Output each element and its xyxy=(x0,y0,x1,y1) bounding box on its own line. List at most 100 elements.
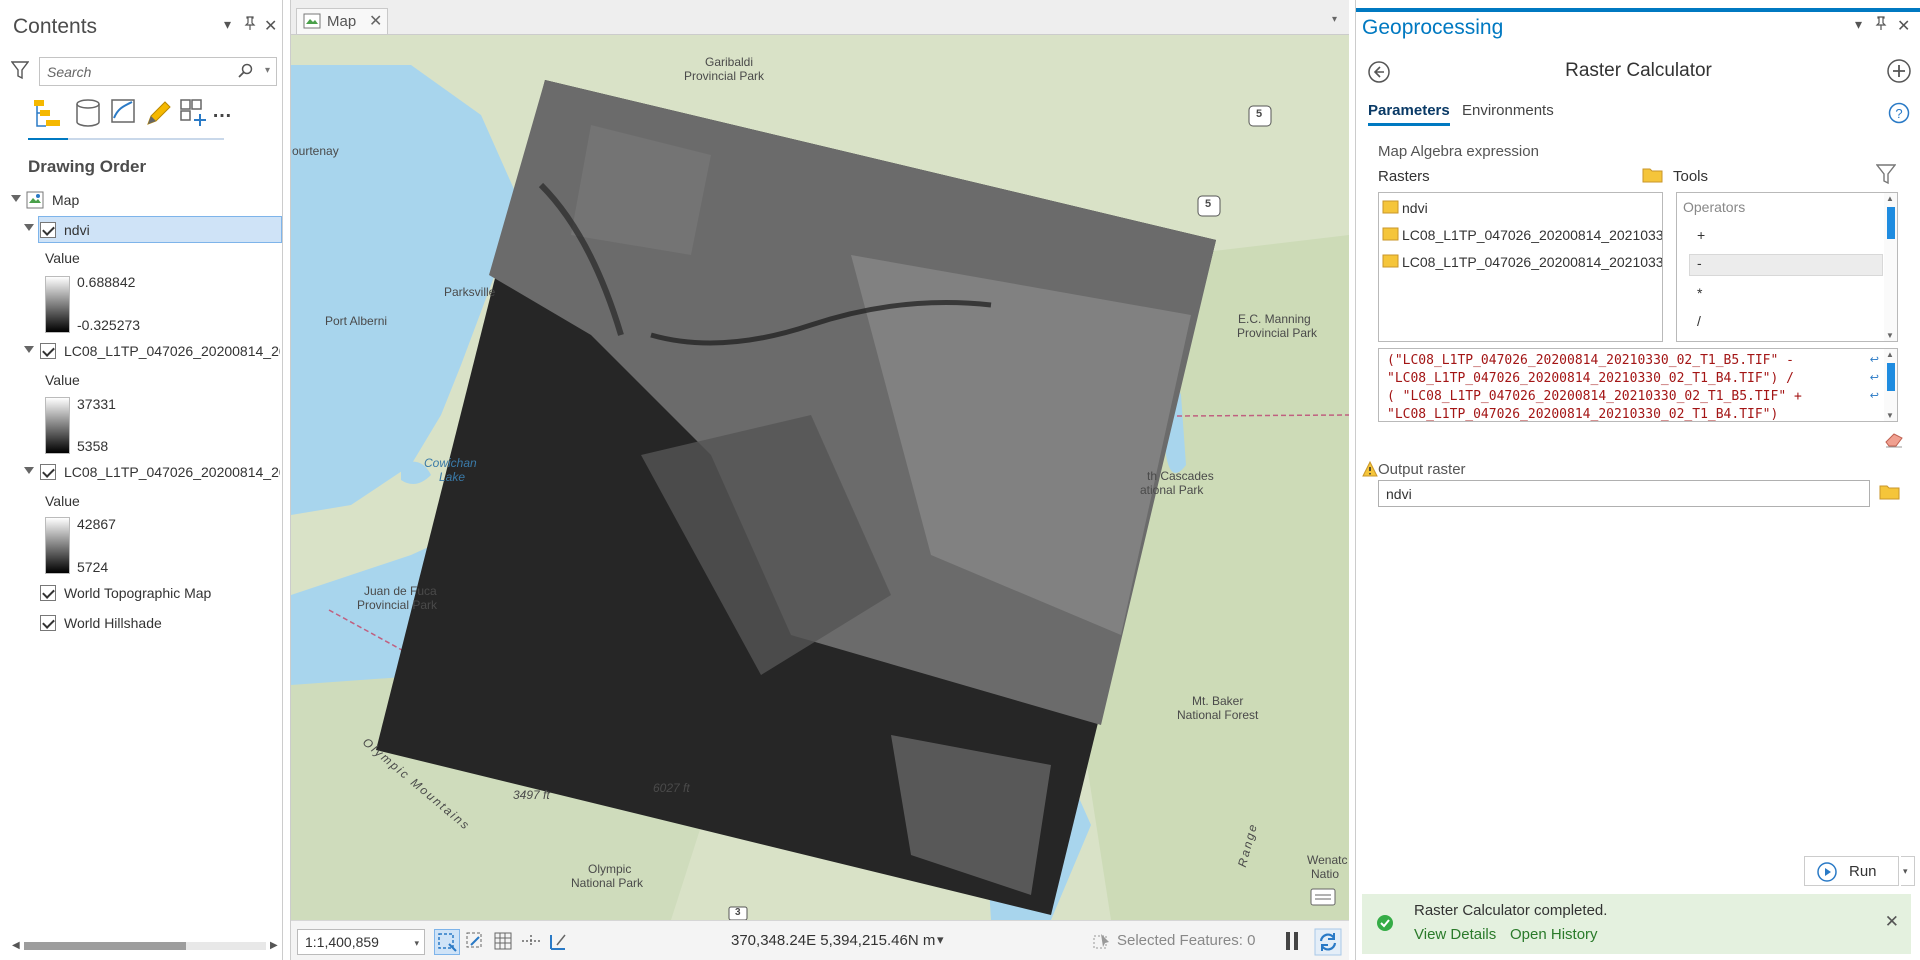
layer-row-world-topographic-map[interactable]: World Topographic Map xyxy=(0,580,282,607)
vertical-scrollbar[interactable]: ▲ ▼ xyxy=(1884,193,1897,341)
run-options-button[interactable]: ▾ xyxy=(1901,856,1915,886)
pause-icon[interactable] xyxy=(1284,930,1300,952)
vertical-scrollbar[interactable]: ▲ ▼ xyxy=(1884,349,1897,421)
expression-line: "LC08_L1TP_047026_20200814_20210330_02_T… xyxy=(1387,407,1779,422)
layer-row-b4[interactable]: LC08_L1TP_047026_20200814_20210330_02_T1… xyxy=(0,459,282,486)
layer-checkbox[interactable] xyxy=(40,343,56,359)
raster-layer-icon xyxy=(1382,254,1399,268)
operator-item[interactable]: - xyxy=(1697,255,1702,271)
scale-select[interactable]: 1:1,400,859 ▾ xyxy=(297,929,425,955)
folder-icon[interactable] xyxy=(1642,166,1664,184)
word-wrap-icon: ↩ xyxy=(1869,372,1879,384)
raster-layer-icon xyxy=(1382,200,1399,214)
notification-message: Raster Calculator completed. xyxy=(1414,902,1608,919)
browse-folder-icon[interactable] xyxy=(1879,483,1901,501)
pin-icon[interactable] xyxy=(244,16,256,33)
selected-features: Selected Features: 0 xyxy=(1117,932,1256,949)
tab-environments[interactable]: Environments xyxy=(1462,102,1554,119)
close-icon[interactable]: ✕ xyxy=(1885,912,1899,932)
drawing-order-icon[interactable] xyxy=(32,96,64,132)
tab-parameters[interactable]: Parameters xyxy=(1368,102,1450,119)
legend-high: 37331 xyxy=(77,396,116,412)
scroll-left-icon[interactable]: ◀ xyxy=(12,940,20,951)
pin-icon[interactable] xyxy=(1875,16,1887,33)
correction-icon[interactable] xyxy=(519,929,545,955)
map-label: Map xyxy=(52,192,80,208)
expression-line: ("LC08_L1TP_047026_20200814_20210330_02_… xyxy=(1387,353,1794,368)
output-raster-input[interactable]: ndvi xyxy=(1378,480,1870,507)
search-icon[interactable] xyxy=(238,63,254,79)
layer-row-ndvi[interactable]: ndvi xyxy=(38,216,282,243)
scroll-thumb[interactable] xyxy=(1887,207,1895,239)
layer-row-b5[interactable]: LC08_L1TP_047026_20200814_20210330_02_T1… xyxy=(0,338,282,365)
output-raster-label: Output raster xyxy=(1378,461,1466,478)
word-wrap-icon: ↩ xyxy=(1869,390,1879,402)
expression-editor[interactable]: ("LC08_L1TP_047026_20200814_20210330_02_… xyxy=(1378,348,1898,422)
collapse-icon[interactable] xyxy=(11,195,21,202)
completion-notification: Raster Calculator completed. View Detail… xyxy=(1362,894,1911,954)
legend-high: 0.688842 xyxy=(77,274,136,290)
operator-item[interactable]: * xyxy=(1697,285,1702,301)
data-source-icon[interactable] xyxy=(72,96,104,132)
collapse-icon[interactable] xyxy=(24,346,34,353)
refresh-icon[interactable] xyxy=(1314,928,1342,956)
pane-options-icon[interactable]: ▾ xyxy=(224,16,231,33)
constraints-icon[interactable] xyxy=(547,929,573,955)
chevron-down-icon[interactable]: ▾ xyxy=(414,938,419,949)
collapse-icon[interactable] xyxy=(24,467,34,474)
close-tab-icon[interactable]: ✕ xyxy=(369,11,382,31)
close-icon[interactable]: ✕ xyxy=(264,16,277,36)
raster-item[interactable]: LC08_L1TP_047026_20200814_20210330_02_T1… xyxy=(1379,222,1662,248)
map-icon xyxy=(26,191,44,209)
operator-item[interactable]: + xyxy=(1697,227,1705,243)
selection-icon[interactable] xyxy=(108,96,140,132)
operator-item[interactable]: / xyxy=(1697,313,1701,329)
tab-map[interactable]: Map ✕ xyxy=(296,8,388,34)
map-status-bar: 1:1,400,859 ▾ 370,348.24E 5,394,215.46N … xyxy=(291,920,1349,960)
legend-title: Value xyxy=(45,372,80,388)
scroll-thumb[interactable] xyxy=(1887,363,1895,391)
grid-icon[interactable] xyxy=(491,929,517,955)
raster-item[interactable]: LC08_L1TP_047026_20200814_20210330_02_T1… xyxy=(1379,249,1662,275)
chevron-down-icon[interactable]: ▾ xyxy=(937,932,944,948)
layer-checkbox[interactable] xyxy=(40,464,56,480)
chevron-down-icon: ▾ xyxy=(1903,866,1908,876)
fixed-zoom-icon[interactable] xyxy=(434,929,460,955)
snap-icon[interactable] xyxy=(463,929,489,955)
filter-icon[interactable] xyxy=(1875,162,1897,186)
tree-item-map[interactable]: Map xyxy=(0,187,282,214)
more-options-icon[interactable]: … xyxy=(212,100,244,136)
help-icon[interactable]: ? xyxy=(1888,102,1910,124)
eraser-icon[interactable] xyxy=(1883,430,1905,448)
svg-text:?: ? xyxy=(1895,106,1902,121)
add-icon[interactable] xyxy=(1886,58,1912,84)
layer-row-world-hillshade[interactable]: World Hillshade xyxy=(0,610,282,637)
selection-icon[interactable] xyxy=(1091,930,1113,952)
snapping-icon[interactable] xyxy=(178,96,210,132)
expression-label: Map Algebra expression xyxy=(1378,143,1539,160)
open-history-link[interactable]: Open History xyxy=(1510,926,1598,943)
pane-options-icon[interactable]: ▾ xyxy=(1855,16,1862,33)
raster-layer-icon xyxy=(1382,227,1399,241)
collapse-icon[interactable] xyxy=(0,216,34,243)
scroll-thumb[interactable] xyxy=(24,942,186,950)
legend-high: 42867 xyxy=(77,516,116,532)
tab-menu-icon[interactable]: ▾ xyxy=(1332,14,1337,25)
layer-checkbox[interactable] xyxy=(40,585,56,601)
close-icon[interactable]: ✕ xyxy=(1897,16,1910,36)
map-graphic[interactable] xyxy=(291,35,1349,920)
filter-icon[interactable] xyxy=(10,58,30,82)
run-button[interactable]: Run xyxy=(1804,856,1899,886)
raster-item[interactable]: ndvi xyxy=(1379,195,1662,221)
layer-checkbox[interactable] xyxy=(40,615,56,631)
horizontal-scrollbar[interactable]: ◀ ▶ xyxy=(10,938,280,952)
layer-checkbox[interactable] xyxy=(40,222,56,238)
map-view: Map ✕ ▾ Garibaldi Provincial Park ourten… xyxy=(290,0,1349,960)
search-input[interactable]: Search ▾ xyxy=(39,57,277,86)
notes-icon[interactable] xyxy=(1310,888,1336,910)
map-canvas[interactable]: Garibaldi Provincial Park ourtenay Parks… xyxy=(291,35,1349,920)
search-options-icon[interactable]: ▾ xyxy=(265,65,270,76)
view-details-link[interactable]: View Details xyxy=(1414,926,1496,943)
editing-icon[interactable] xyxy=(142,96,174,132)
scroll-right-icon[interactable]: ▶ xyxy=(270,940,278,951)
